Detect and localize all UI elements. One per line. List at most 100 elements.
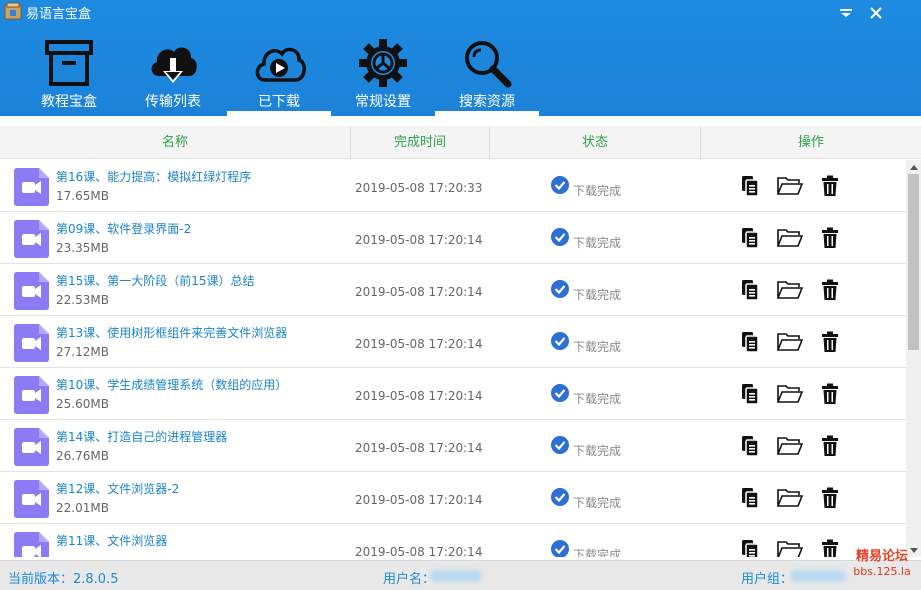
open-folder-button[interactable] — [777, 174, 803, 198]
copy-button[interactable] — [740, 174, 760, 198]
arrow-up-icon — [909, 164, 918, 170]
table-row[interactable]: 第15课、第一大阶段（前15课）总结 22.53MB 2019-05-08 17… — [0, 264, 906, 316]
column-header-status: 状态 — [581, 135, 608, 150]
tab-indicator — [435, 111, 539, 116]
video-file-icon — [14, 376, 49, 414]
minimize-icon — [840, 9, 852, 17]
copy-icon — [742, 384, 759, 405]
file-name: 第15课、第一大阶段（前15课）总结 — [56, 274, 255, 288]
completed-time: 2019-05-08 17:20:14 — [355, 389, 483, 403]
status-text: 下载完成 — [573, 548, 622, 557]
copy-button[interactable] — [740, 330, 760, 354]
file-size: 25.60MB — [56, 397, 109, 411]
table-row[interactable]: 第11课、文件浏览器 2019-05-08 17:20:14 下载完成 — [0, 524, 906, 557]
file-size: 22.53MB — [56, 293, 109, 307]
file-name: 第14课、打造自己的进程管理器 — [56, 430, 228, 444]
tab-label: 搜索资源 — [459, 94, 515, 110]
search-icon — [465, 41, 512, 88]
delete-button[interactable] — [820, 382, 840, 406]
file-size: 27.12MB — [56, 345, 109, 359]
check-circle-icon — [551, 436, 569, 454]
folder-open-icon — [777, 281, 803, 299]
delete-button[interactable] — [820, 434, 840, 458]
open-folder-button[interactable] — [777, 486, 803, 510]
table-row[interactable]: 第14课、打造自己的进程管理器 26.76MB 2019-05-08 17:20… — [0, 420, 906, 472]
copy-icon — [742, 540, 759, 557]
copy-button[interactable] — [740, 226, 760, 250]
close-button[interactable] — [866, 4, 886, 22]
username-label: 用户名： — [383, 572, 436, 587]
version-label: 当前版本：2.8.0.5 — [8, 572, 119, 587]
check-circle-icon — [551, 280, 569, 298]
trash-icon — [822, 227, 838, 248]
copy-icon — [742, 332, 759, 353]
delete-button[interactable] — [820, 174, 840, 198]
watermark-line2: bbs.125.la — [853, 565, 911, 578]
completed-time: 2019-05-08 17:20:33 — [355, 181, 483, 195]
open-folder-button[interactable] — [777, 434, 803, 458]
tab-label: 已下载 — [258, 94, 300, 110]
table-row[interactable]: 第13课、使用树形框组件来完善文件浏览器 27.12MB 2019-05-08 … — [0, 316, 906, 368]
delete-button[interactable] — [820, 226, 840, 250]
check-circle-icon — [551, 228, 569, 246]
usergroup-redacted — [790, 570, 846, 582]
video-file-icon — [14, 480, 49, 518]
app-logo-icon — [4, 2, 22, 20]
file-name: 第12课、文件浏览器-2 — [56, 482, 180, 496]
delete-button[interactable] — [820, 538, 840, 557]
copy-button[interactable] — [740, 486, 760, 510]
table-header: 名称 完成时间 状态 操作 — [0, 126, 921, 159]
copy-button[interactable] — [740, 382, 760, 406]
username-redacted — [430, 570, 482, 582]
trash-icon — [822, 539, 838, 557]
copy-button[interactable] — [740, 434, 760, 458]
tab-search-resources[interactable]: 搜索资源 — [435, 34, 539, 116]
tab-downloaded[interactable]: 已下载 — [227, 34, 331, 116]
forum-watermark: 精易论坛 bbs.125.la — [846, 549, 918, 579]
copy-button[interactable] — [740, 278, 760, 302]
watermark-line1: 精易论坛 — [855, 549, 908, 564]
check-circle-icon — [551, 488, 569, 506]
cloud-play-icon — [255, 47, 306, 82]
usergroup-label: 用户组： — [741, 572, 794, 587]
copy-icon — [742, 228, 759, 249]
trash-icon — [822, 175, 838, 196]
tab-tutorial-box[interactable]: 教程宝盒 — [17, 34, 121, 116]
copy-icon — [742, 436, 759, 457]
cloud-download-icon — [151, 47, 197, 83]
scrollbar-thumb[interactable] — [908, 174, 919, 350]
column-header-name: 名称 — [161, 135, 188, 150]
open-folder-button[interactable] — [777, 226, 803, 250]
tab-transfer-list[interactable]: 传输列表 — [121, 34, 225, 116]
open-folder-button[interactable] — [777, 278, 803, 302]
column-header-actions: 操作 — [797, 135, 824, 150]
table-row[interactable]: 第12课、文件浏览器-2 22.01MB 2019-05-08 17:20:14… — [0, 472, 906, 524]
minimize-button[interactable] — [836, 4, 856, 22]
close-icon — [870, 7, 882, 19]
copy-button[interactable] — [740, 538, 760, 557]
file-name: 第09课、软件登录界面-2 — [56, 222, 192, 236]
delete-button[interactable] — [820, 330, 840, 354]
open-folder-button[interactable] — [777, 382, 803, 406]
copy-icon — [742, 176, 759, 197]
status-text: 下载完成 — [573, 444, 622, 458]
scroll-up-button[interactable] — [906, 160, 921, 174]
status-text: 下载完成 — [573, 340, 622, 354]
table-row[interactable]: 第10课、学生成绩管理系统（数组的应用） 25.60MB 2019-05-08 … — [0, 368, 906, 420]
delete-button[interactable] — [820, 278, 840, 302]
status-text: 下载完成 — [573, 496, 622, 510]
status-text: 下载完成 — [573, 184, 622, 198]
trash-icon — [822, 487, 838, 508]
open-folder-button[interactable] — [777, 330, 803, 354]
vertical-scrollbar[interactable] — [906, 160, 921, 557]
tab-settings[interactable]: 常规设置 — [331, 34, 435, 116]
completed-time: 2019-05-08 17:20:14 — [355, 233, 483, 247]
table-row[interactable]: 第09课、软件登录界面-2 23.35MB 2019-05-08 17:20:1… — [0, 212, 906, 264]
status-text: 下载完成 — [573, 392, 622, 406]
open-folder-button[interactable] — [777, 538, 803, 557]
delete-button[interactable] — [820, 486, 840, 510]
status-text: 下载完成 — [573, 288, 622, 302]
table-row[interactable]: 第16课、能力提高：模拟红绿灯程序 17.65MB 2019-05-08 17:… — [0, 160, 906, 212]
file-name: 第10课、学生成绩管理系统（数组的应用） — [56, 378, 288, 392]
file-name: 第11课、文件浏览器 — [56, 534, 168, 548]
